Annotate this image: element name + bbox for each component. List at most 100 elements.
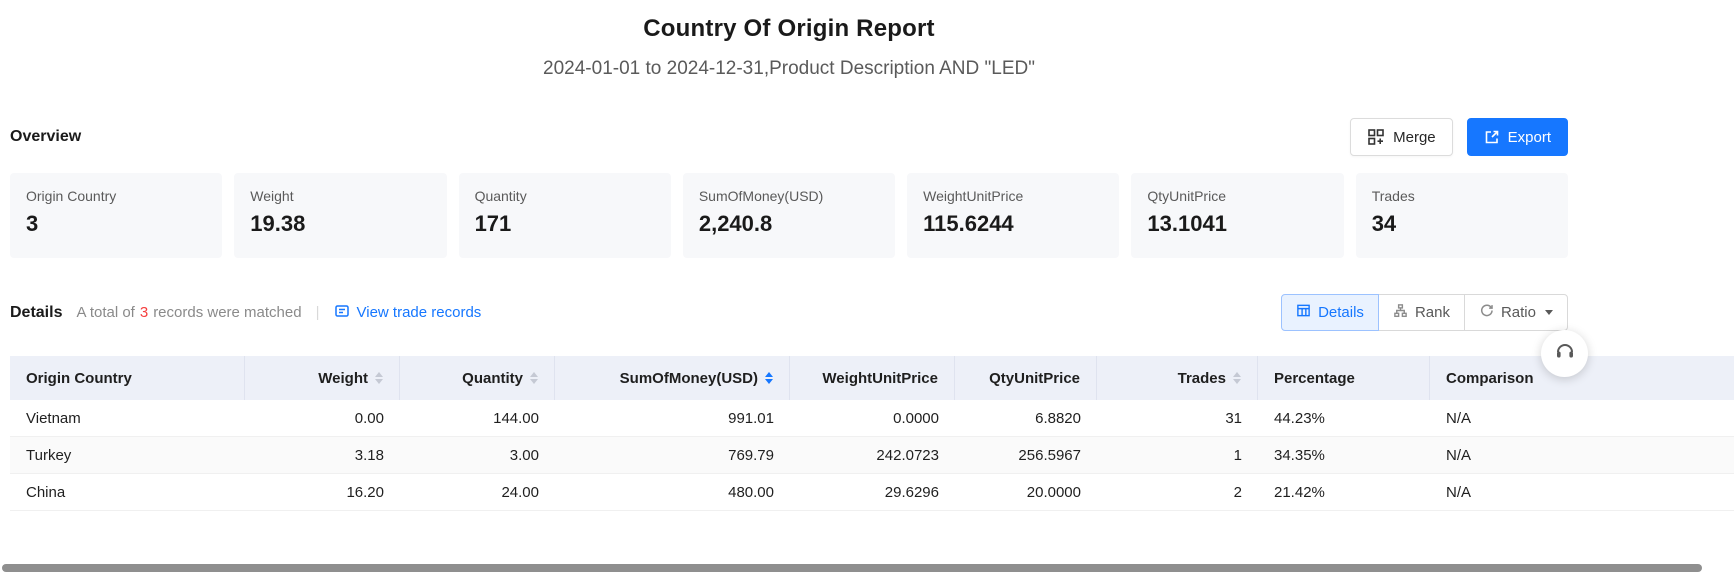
- column-header-label: Origin Country: [26, 370, 132, 387]
- column-header-sum-of-money[interactable]: SumOfMoney(USD): [555, 356, 790, 400]
- column-header-label: Trades: [1178, 370, 1226, 387]
- toolbar-actions: Merge Export: [1350, 118, 1568, 156]
- cell-weight: 16.20: [245, 484, 400, 501]
- export-button[interactable]: Export: [1467, 118, 1568, 156]
- cell-sum-of-money: 480.00: [555, 484, 790, 501]
- stat-card-origin-country: Origin Country 3: [10, 173, 222, 258]
- column-header-label: SumOfMoney(USD): [620, 370, 758, 387]
- cell-weight-unit-price: 0.0000: [790, 410, 955, 427]
- ratio-refresh-icon: [1479, 303, 1494, 322]
- tab-ratio[interactable]: Ratio: [1464, 294, 1568, 331]
- table-row-turkey: Turkey 3.18 3.00 769.79 242.0723 256.596…: [10, 437, 1734, 474]
- view-trade-records-link[interactable]: View trade records: [334, 303, 482, 323]
- table-row-china: China 16.20 24.00 480.00 29.6296 20.0000…: [10, 474, 1734, 511]
- records-summary: A total of 3 records were matched: [76, 304, 301, 321]
- cell-weight-unit-price: 242.0723: [790, 447, 955, 464]
- sort-icon: [530, 372, 538, 384]
- tab-details[interactable]: Details: [1281, 294, 1379, 331]
- details-toolbar: Details A total of 3 records were matche…: [0, 294, 1578, 331]
- stat-card-qty-unit-price: QtyUnitPrice 13.1041: [1131, 173, 1343, 258]
- cell-quantity: 144.00: [400, 410, 555, 427]
- column-header-label: QtyUnitPrice: [989, 370, 1080, 387]
- stat-card-quantity: Quantity 171: [459, 173, 671, 258]
- stat-card-weight-unit-price: WeightUnitPrice 115.6244: [907, 173, 1119, 258]
- cell-weight: 0.00: [245, 410, 400, 427]
- stat-card-value: 19.38: [250, 211, 430, 237]
- cell-trades: 2: [1097, 484, 1258, 501]
- support-float-button[interactable]: [1541, 330, 1588, 377]
- stat-card-sum-of-money: SumOfMoney(USD) 2,240.8: [683, 173, 895, 258]
- merge-icon: [1367, 128, 1385, 146]
- page-subtitle: 2024-01-01 to 2024-12-31,Product Descrip…: [0, 58, 1578, 80]
- cell-comparison: N/A: [1430, 410, 1734, 427]
- cell-comparison: N/A: [1430, 484, 1734, 501]
- table-header-row: Origin Country Weight Quantity SumOfMone…: [10, 356, 1734, 400]
- column-header-percentage: Percentage: [1258, 356, 1430, 400]
- headset-icon: [1553, 339, 1577, 368]
- records-count: 3: [140, 304, 148, 321]
- tab-rank[interactable]: Rank: [1378, 294, 1465, 331]
- column-header-label: Percentage: [1274, 370, 1355, 387]
- stat-card-value: 34: [1372, 211, 1552, 237]
- horizontal-scrollbar[interactable]: [2, 564, 1702, 572]
- cell-quantity: 3.00: [400, 447, 555, 464]
- stat-card-weight: Weight 19.38: [234, 173, 446, 258]
- table-row-vietnam: Vietnam 0.00 144.00 991.01 0.0000 6.8820…: [10, 400, 1734, 437]
- stat-card-label: QtyUnitPrice: [1147, 188, 1327, 204]
- cell-qty-unit-price: 6.8820: [955, 410, 1097, 427]
- report-header: Country Of Origin Report 2024-01-01 to 2…: [0, 0, 1578, 80]
- cell-trades: 31: [1097, 410, 1258, 427]
- column-header-label: Comparison: [1446, 370, 1534, 387]
- details-heading: Details: [10, 304, 62, 322]
- sort-icon: [1233, 372, 1241, 384]
- column-header-trades[interactable]: Trades: [1097, 356, 1258, 400]
- sort-icon: [375, 372, 383, 384]
- vertical-divider: |: [316, 304, 320, 321]
- column-header-origin-country: Origin Country: [10, 356, 245, 400]
- stat-card-value: 2,240.8: [699, 211, 879, 237]
- cell-percentage: 34.35%: [1258, 447, 1430, 464]
- stat-card-value: 13.1041: [1147, 211, 1327, 237]
- merge-button[interactable]: Merge: [1350, 118, 1453, 156]
- overview-heading: Overview: [10, 128, 81, 146]
- cell-origin-country: Turkey: [10, 447, 245, 464]
- cell-sum-of-money: 769.79: [555, 447, 790, 464]
- page-title: Country Of Origin Report: [0, 15, 1578, 43]
- tab-ratio-label: Ratio: [1501, 304, 1536, 321]
- column-header-weight-unit-price: WeightUnitPrice: [790, 356, 955, 400]
- stat-card-value: 3: [26, 211, 206, 237]
- view-switcher: Details Rank Ratio: [1281, 294, 1568, 331]
- trade-records-icon: [334, 303, 350, 323]
- export-icon: [1484, 129, 1500, 145]
- chevron-down-icon: [1545, 310, 1553, 315]
- cell-weight: 3.18: [245, 447, 400, 464]
- merge-button-label: Merge: [1393, 129, 1436, 146]
- cell-quantity: 24.00: [400, 484, 555, 501]
- cell-origin-country: China: [10, 484, 245, 501]
- stat-card-label: WeightUnitPrice: [923, 188, 1103, 204]
- records-summary-prefix: A total of: [76, 304, 134, 321]
- export-button-label: Export: [1508, 129, 1551, 146]
- cell-qty-unit-price: 256.5967: [955, 447, 1097, 464]
- cell-comparison: N/A: [1430, 447, 1734, 464]
- cell-percentage: 44.23%: [1258, 410, 1430, 427]
- column-header-quantity[interactable]: Quantity: [400, 356, 555, 400]
- overview-stat-cards: Origin Country 3 Weight 19.38 Quantity 1…: [0, 173, 1578, 258]
- cell-percentage: 21.42%: [1258, 484, 1430, 501]
- rank-icon: [1393, 303, 1408, 322]
- stat-card-value: 115.6244: [923, 211, 1103, 237]
- cell-weight-unit-price: 29.6296: [790, 484, 955, 501]
- stat-card-label: Origin Country: [26, 188, 206, 204]
- cell-qty-unit-price: 20.0000: [955, 484, 1097, 501]
- column-header-qty-unit-price: QtyUnitPrice: [955, 356, 1097, 400]
- cell-origin-country: Vietnam: [10, 410, 245, 427]
- view-trade-records-label: View trade records: [357, 304, 482, 321]
- column-header-weight[interactable]: Weight: [245, 356, 400, 400]
- stat-card-trades: Trades 34: [1356, 173, 1568, 258]
- tab-details-label: Details: [1318, 304, 1364, 321]
- cell-sum-of-money: 991.01: [555, 410, 790, 427]
- sort-icon-active: [765, 372, 773, 384]
- records-summary-suffix: records were matched: [153, 304, 301, 321]
- column-header-label: Quantity: [462, 370, 523, 387]
- column-header-label: Weight: [318, 370, 368, 387]
